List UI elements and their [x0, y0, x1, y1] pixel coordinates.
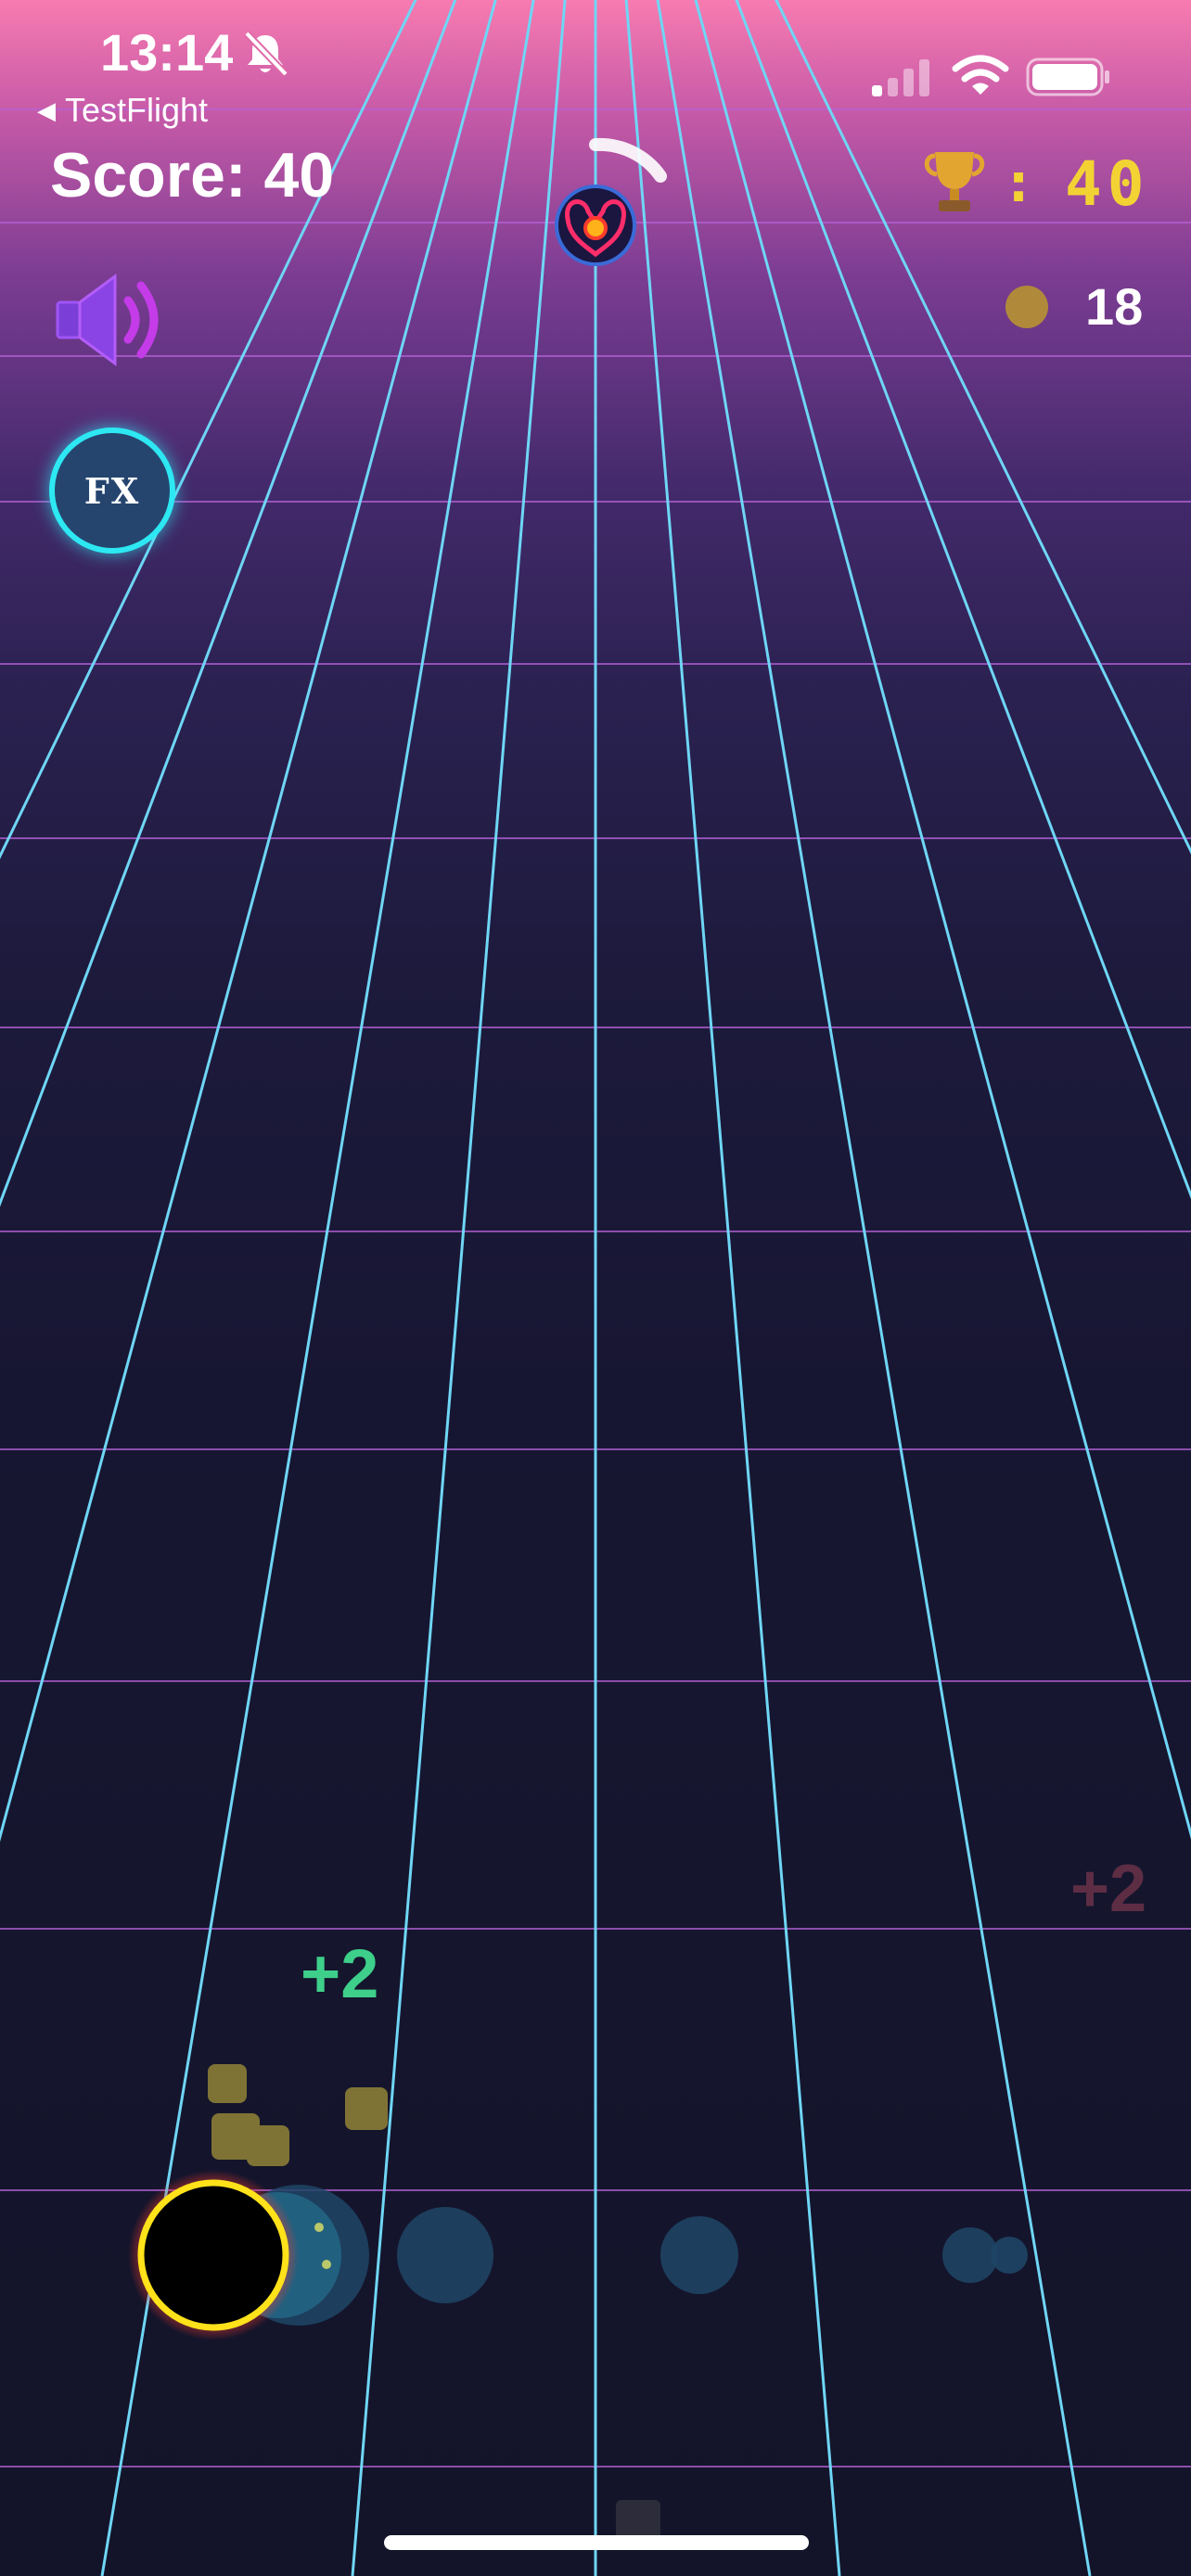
- back-app-label: TestFlight: [65, 91, 209, 129]
- score-label: Score: 40: [50, 140, 335, 210]
- back-arrow-icon: ◀: [37, 96, 56, 124]
- game-screen[interactable]: 13:14 ◀ TestFlight Score: 40 : 40 18 FX …: [0, 0, 1191, 2576]
- best-score: 40: [1065, 148, 1150, 220]
- bell-slash-icon: [244, 31, 288, 77]
- sound-toggle-button[interactable]: [52, 269, 173, 371]
- enemy-orb: [555, 137, 667, 266]
- coin-count: 18: [1085, 277, 1144, 336]
- signal-icon: [872, 59, 929, 96]
- fx-label: FX: [83, 469, 141, 512]
- best-score-colon: :: [1002, 150, 1036, 215]
- playfield: [0, 0, 1191, 2576]
- coin-icon: [1005, 286, 1048, 328]
- floating-points-text: +2: [301, 1935, 379, 2012]
- trophy-icon: [924, 152, 985, 211]
- status-time: 13:14: [100, 23, 234, 82]
- floating-points-text-faded: +2: [1070, 1852, 1147, 1926]
- battery-icon: [1026, 57, 1109, 96]
- player-ball[interactable]: [128, 2170, 299, 2340]
- back-to-testflight[interactable]: ◀ TestFlight: [37, 91, 208, 130]
- home-indicator[interactable]: [384, 2535, 809, 2550]
- speaker-icon: [56, 274, 159, 366]
- fx-toggle-button[interactable]: FX: [49, 427, 175, 554]
- wifi-icon: [952, 55, 1009, 95]
- player-trail: [215, 2185, 1028, 2326]
